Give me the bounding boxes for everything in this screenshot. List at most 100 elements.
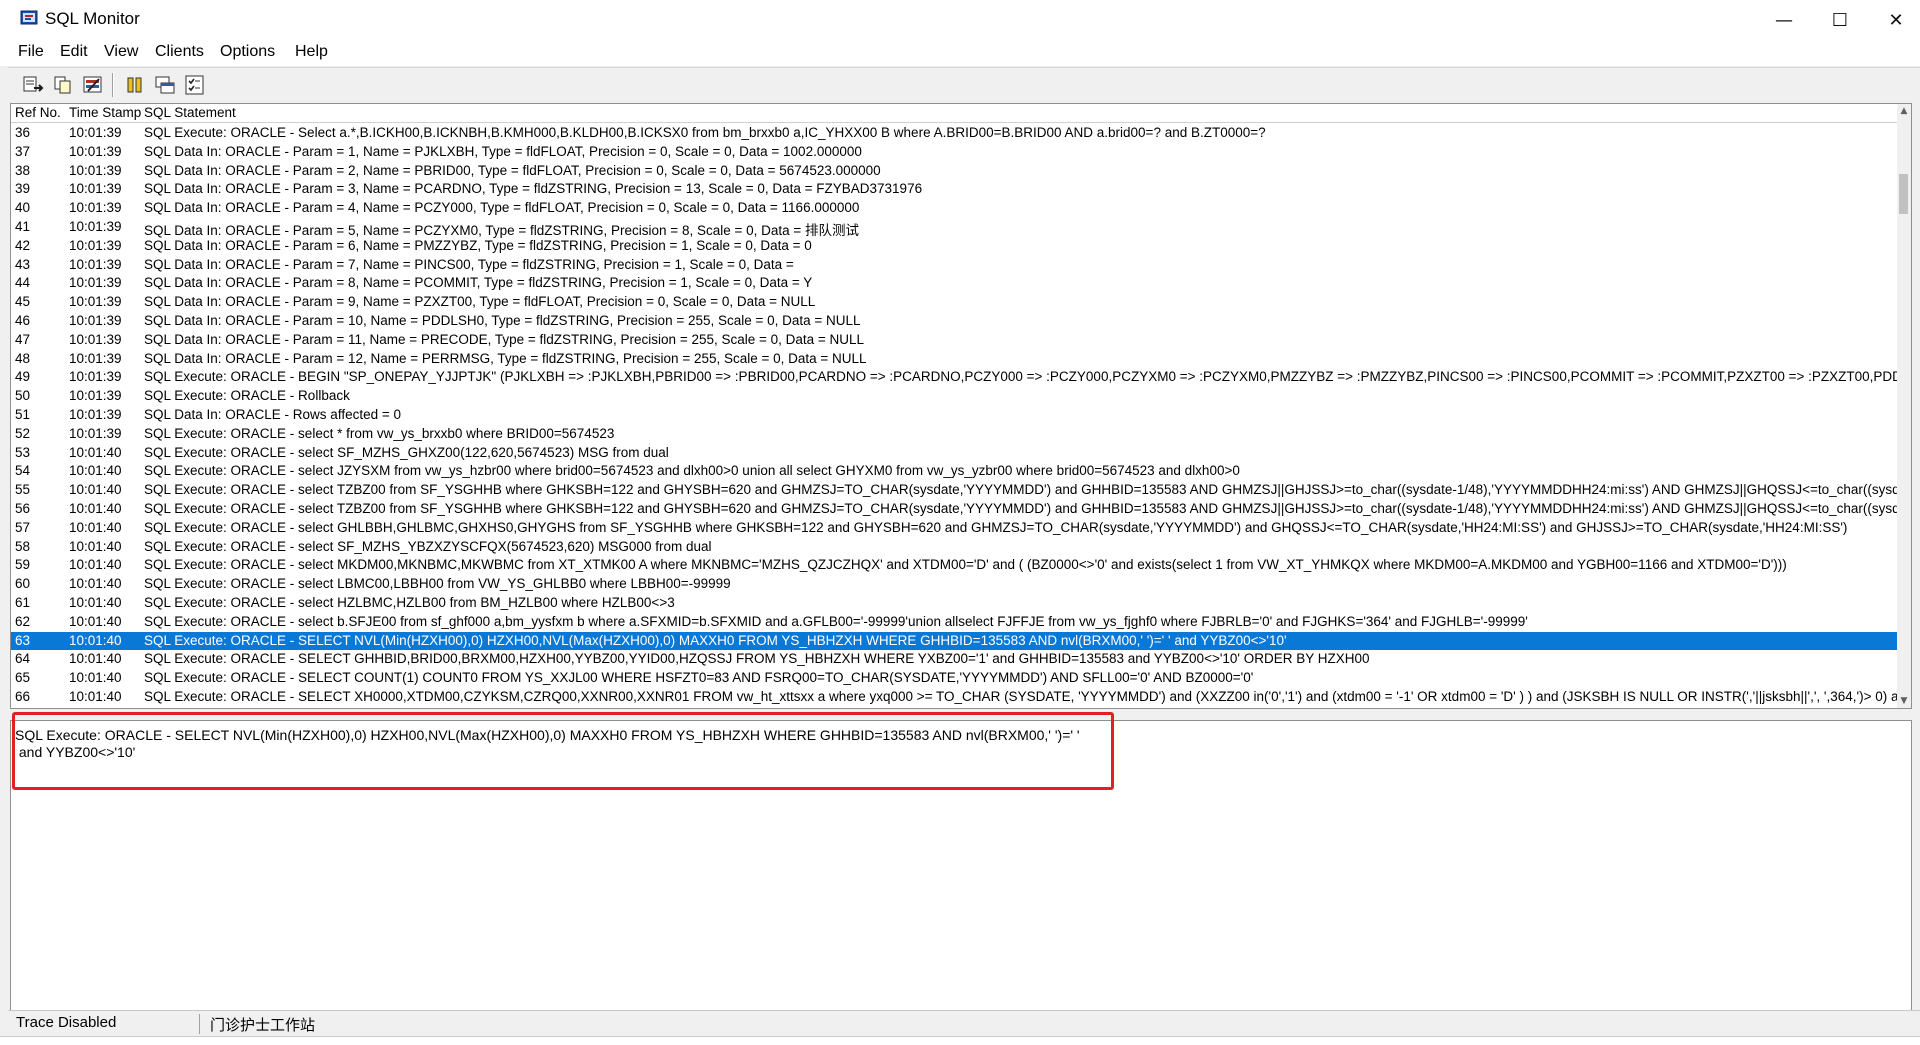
row-sql-statement: SQL Data In: ORACLE - Param = 11, Name =…: [144, 331, 865, 347]
header-sql-statement[interactable]: SQL Statement: [144, 105, 236, 120]
row-sql-statement: SQL Data In: ORACLE - Param = 8, Name = …: [144, 275, 813, 291]
row-time-stamp: 10:01:40: [69, 594, 122, 610]
table-row[interactable]: 49 10:01:39 SQL Execute: ORACLE - BEGIN "S…: [11, 368, 1911, 387]
row-sql-statement: SQL Data In: ORACLE - Param = 12, Name =…: [144, 350, 867, 366]
row-time-stamp: 10:01:39: [69, 369, 122, 385]
table-row[interactable]: 55 10:01:40 SQL Execute: ORACLE - select T…: [11, 481, 1911, 500]
table-row[interactable]: 57 10:01:40 SQL Execute: ORACLE - select G…: [11, 519, 1899, 538]
table-row[interactable]: 38 10:01:39 SQL Data In: ORACLE - Param = …: [11, 162, 1899, 181]
row-ref-no: 42: [15, 237, 31, 253]
row-sql-statement: SQL Execute: ORACLE - select * from vw_y…: [144, 425, 615, 441]
table-row[interactable]: 40 10:01:39 SQL Data In: ORACLE - Param = …: [11, 199, 1899, 218]
windows-button[interactable]: [152, 72, 178, 98]
copy-icon: [54, 76, 71, 94]
table-row[interactable]: 56 10:01:40 SQL Execute: ORACLE - select T…: [11, 500, 1911, 519]
menu-view[interactable]: View: [104, 43, 138, 61]
table-row[interactable]: 53 10:01:40 SQL Execute: ORACLE - select S…: [11, 444, 1899, 463]
clear-icon: [83, 76, 102, 93]
row-ref-no: 56: [15, 500, 31, 516]
row-sql-statement: SQL Execute: ORACLE - select JZYSXM from…: [144, 463, 1240, 479]
table-row[interactable]: 45 10:01:39 SQL Data In: ORACLE - Param = …: [11, 293, 1899, 312]
clear-button[interactable]: [80, 72, 106, 98]
menu-help[interactable]: Help: [295, 43, 328, 61]
row-sql-statement: SQL Execute: ORACLE - select SF_MZHS_GHX…: [144, 444, 669, 460]
row-ref-no: 58: [15, 538, 31, 554]
sql-log-list[interactable]: Ref No. Time Stamp SQL Statement 36 10:01…: [10, 103, 1912, 709]
table-row[interactable]: 36 10:01:39 SQL Execute: ORACLE - Select a…: [11, 124, 1899, 143]
row-sql-statement: SQL Data In: ORACLE - Param = 1, Name = …: [144, 143, 862, 159]
toolbar-separator: [112, 73, 114, 97]
scroll-down-icon[interactable]: ▼: [1897, 694, 1911, 708]
row-time-stamp: 10:01:39: [69, 162, 122, 178]
row-ref-no: 59: [15, 557, 31, 573]
maximize-button[interactable]: ☐: [1812, 0, 1868, 40]
save-log-icon: [23, 76, 44, 92]
table-row[interactable]: 47 10:01:39 SQL Data In: ORACLE - Param = …: [11, 331, 1899, 350]
table-row[interactable]: 42 10:01:39 SQL Data In: ORACLE - Param = …: [11, 237, 1899, 256]
row-sql-statement: SQL Execute: ORACLE - select TZBZ00 from…: [144, 500, 1912, 516]
table-row[interactable]: 51 10:01:39 SQL Data In: ORACLE - Rows aff…: [11, 406, 1899, 425]
header-time-stamp[interactable]: Time Stamp: [69, 105, 141, 120]
table-row[interactable]: 41 10:01:39 SQL Data In: ORACLE - Param = …: [11, 218, 1899, 238]
menu-file[interactable]: File: [18, 43, 44, 61]
close-button[interactable]: ✕: [1868, 0, 1920, 40]
row-time-stamp: 10:01:40: [69, 632, 122, 648]
row-ref-no: 63: [15, 632, 31, 648]
row-ref-no: 40: [15, 200, 31, 216]
table-row[interactable]: 58 10:01:40 SQL Execute: ORACLE - select S…: [11, 538, 1899, 557]
table-row[interactable]: 52 10:01:39 SQL Execute: ORACLE - select *…: [11, 425, 1899, 444]
table-row[interactable]: 62 10:01:40 SQL Execute: ORACLE - select b…: [11, 613, 1899, 632]
title-bar: SQL Monitor — ☐ ✕: [0, 0, 1920, 40]
minimize-button[interactable]: —: [1756, 0, 1812, 40]
table-row[interactable]: 60 10:01:40 SQL Execute: ORACLE - select L…: [11, 575, 1899, 594]
row-time-stamp: 10:01:39: [69, 388, 122, 404]
row-ref-no: 50: [15, 388, 31, 404]
table-row[interactable]: 59 10:01:40 SQL Execute: ORACLE - select M…: [11, 556, 1899, 575]
table-row[interactable]: 66 10:01:40 SQL Execute: ORACLE - SELECT X…: [11, 688, 1911, 707]
pause-button[interactable]: [122, 72, 148, 98]
scroll-up-icon[interactable]: ▲: [1897, 104, 1911, 118]
table-row[interactable]: 43 10:01:39 SQL Data In: ORACLE - Param = …: [11, 256, 1899, 275]
list-rows: 36 10:01:39 SQL Execute: ORACLE - Select a…: [11, 124, 1911, 707]
table-row[interactable]: 44 10:01:39 SQL Data In: ORACLE - Param = …: [11, 274, 1899, 293]
row-time-stamp: 10:01:40: [69, 500, 122, 516]
table-row[interactable]: 54 10:01:40 SQL Execute: ORACLE - select J…: [11, 462, 1899, 481]
table-row[interactable]: 63 10:01:40 SQL Execute: ORACLE - SELECT N…: [11, 631, 1899, 651]
row-time-stamp: 10:01:39: [69, 218, 122, 234]
row-sql-statement: SQL Data In: ORACLE - Param = 4, Name = …: [144, 200, 860, 216]
row-ref-no: 64: [15, 651, 31, 667]
table-row[interactable]: 61 10:01:40 SQL Execute: ORACLE - select H…: [11, 594, 1899, 613]
highlight-annotation-box: [12, 712, 1114, 790]
table-row[interactable]: 50 10:01:39 SQL Execute: ORACLE - Rollback: [11, 387, 1899, 406]
row-ref-no: 43: [15, 256, 31, 272]
menu-options[interactable]: Options: [220, 43, 275, 61]
row-ref-no: 54: [15, 463, 31, 479]
table-row[interactable]: 37 10:01:39 SQL Data In: ORACLE - Param = …: [11, 143, 1899, 162]
table-row[interactable]: 48 10:01:39 SQL Data In: ORACLE - Param = …: [11, 350, 1899, 369]
list-scrollbar[interactable]: ▲ ▼: [1897, 104, 1911, 708]
client-name: 门诊护士工作站: [210, 1017, 316, 1034]
row-sql-statement: SQL Execute: ORACLE - select TZBZ00 from…: [144, 482, 1912, 498]
trace-options-button[interactable]: [182, 72, 208, 98]
row-time-stamp: 10:01:39: [69, 181, 122, 197]
menu-clients[interactable]: Clients: [155, 43, 204, 61]
copy-button[interactable]: [50, 72, 76, 98]
table-row[interactable]: 46 10:01:39 SQL Data In: ORACLE - Param = …: [11, 312, 1899, 331]
row-time-stamp: 10:01:40: [69, 519, 122, 535]
scroll-thumb[interactable]: [1899, 174, 1908, 214]
menu-edit[interactable]: Edit: [60, 43, 88, 61]
row-time-stamp: 10:01:40: [69, 651, 122, 667]
header-ref-no[interactable]: Ref No.: [15, 105, 61, 120]
row-sql-statement: SQL Execute: ORACLE - Select a.*,B.ICKH0…: [144, 125, 1266, 140]
table-row[interactable]: 64 10:01:40 SQL Execute: ORACLE - SELECT G…: [11, 650, 1899, 669]
row-time-stamp: 10:01:39: [69, 256, 122, 272]
save-log-button[interactable]: [20, 72, 46, 98]
table-row[interactable]: 39 10:01:39 SQL Data In: ORACLE - Param = …: [11, 180, 1899, 199]
window-title: SQL Monitor: [45, 9, 140, 28]
row-ref-no: 37: [15, 143, 31, 159]
menu-bar: File Edit View Clients Options Help: [0, 40, 1920, 66]
row-time-stamp: 10:01:39: [69, 125, 122, 140]
row-sql-statement: SQL Execute: ORACLE - SELECT XH0000,XTDM…: [144, 688, 1912, 704]
row-sql-statement: SQL Data In: ORACLE - Param = 6, Name = …: [144, 237, 812, 253]
table-row[interactable]: 65 10:01:40 SQL Execute: ORACLE - SELECT C…: [11, 669, 1899, 688]
